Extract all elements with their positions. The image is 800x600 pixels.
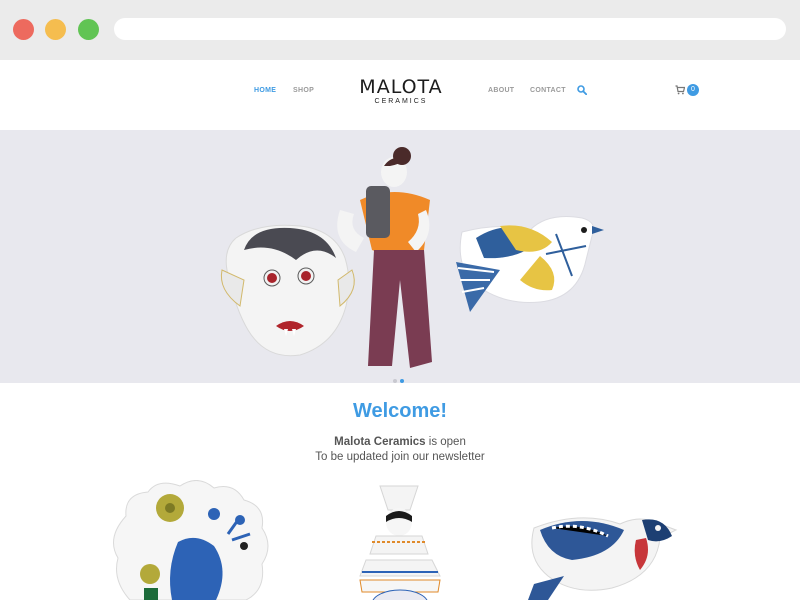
hero-image [220,147,604,368]
slider-dot-2[interactable] [400,379,404,383]
close-window-button[interactable] [13,19,34,40]
cart-count-badge: 0 [687,84,699,96]
site-header: HOME SHOP MALOTA CERAMICS ABOUT CONTACT … [0,60,800,130]
nav-about[interactable]: ABOUT [488,87,514,94]
search-icon[interactable] [577,85,587,95]
nav-shop[interactable]: SHOP [293,87,314,94]
product-previews [113,480,678,600]
newsletter-line: To be updated join our newsletter [315,451,485,463]
nav-contact[interactable]: CONTACT [530,87,566,94]
browser-chrome [0,0,800,60]
nav-home[interactable]: HOME [254,87,276,94]
site-logo[interactable]: MALOTA CERAMICS [358,77,444,106]
address-bar[interactable] [114,18,786,40]
ceramic-figure-image [337,147,432,368]
hero-slider [0,130,800,383]
cart-icon [675,85,685,95]
open-text: is open [425,436,466,448]
logo-subtitle: CERAMICS [374,98,428,105]
maximize-window-button[interactable] [78,19,99,40]
web-page: HOME SHOP MALOTA CERAMICS ABOUT CONTACT … [0,60,800,600]
brand-name: Malota Ceramics [334,436,426,448]
ceramic-bird-2-image[interactable] [528,517,678,600]
slider-dot-1[interactable] [393,379,397,383]
logo-wordmark: MALOTA [359,76,443,98]
welcome-open-line: Malota Ceramics is open [0,436,800,448]
ceramic-bird-image [456,216,604,312]
minimize-window-button[interactable] [45,19,66,40]
slider-dots [393,370,407,383]
ceramic-mask-image [220,224,355,357]
ceramic-vase-image[interactable] [359,485,441,600]
ceramic-plate-image[interactable] [113,480,269,600]
welcome-heading: Welcome! [352,400,448,422]
